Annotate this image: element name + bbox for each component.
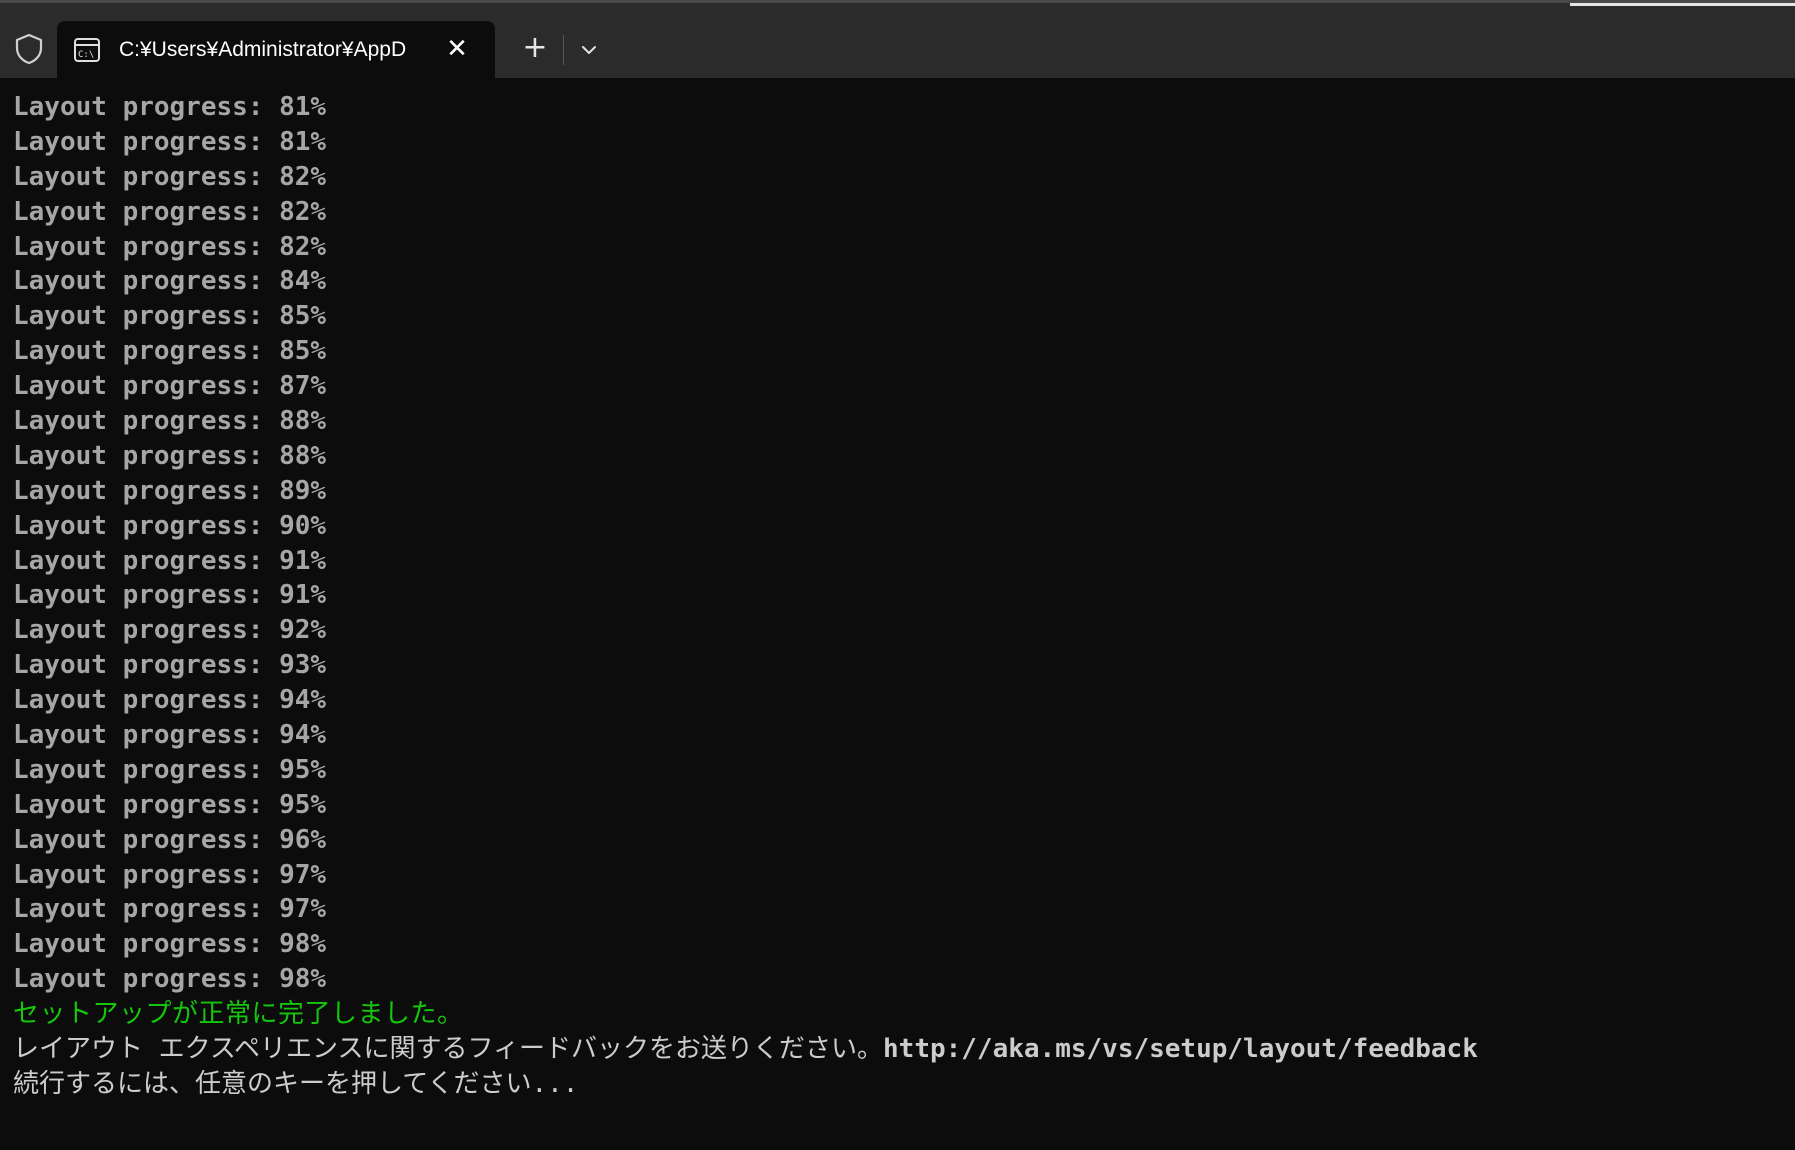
console-output[interactable]: Layout progress: 81% Layout progress: 81%… — [13, 90, 1783, 1102]
progress-line: Layout progress: 93% — [13, 650, 327, 681]
progress-line: Layout progress: 92% — [13, 615, 327, 646]
progress-line: Layout progress: 82% — [13, 196, 327, 227]
success-message: セットアップが正常に完了しました。 — [13, 999, 464, 1030]
progress-line: Layout progress: 81% — [13, 126, 327, 157]
tab-title: C:¥Users¥Administrator¥AppD — [119, 35, 479, 65]
toolbar-divider — [563, 35, 564, 65]
progress-line: Layout progress: 82% — [13, 231, 327, 262]
progress-line: Layout progress: 87% — [13, 371, 327, 402]
continue-prompt: 続行するには、任意のキーを押してください... — [13, 1068, 579, 1099]
progress-line: Layout progress: 85% — [13, 301, 327, 332]
title-bar: C:\ C:¥Users¥Administrator¥AppD ✕ + — [0, 0, 1795, 81]
progress-line: Layout progress: 81% — [13, 92, 327, 122]
progress-line: Layout progress: 84% — [13, 266, 327, 297]
progress-line: Layout progress: 95% — [13, 789, 327, 820]
tab-command-prompt[interactable]: C:\ C:¥Users¥Administrator¥AppD ✕ — [57, 21, 495, 81]
progress-line: Layout progress: 96% — [13, 824, 327, 855]
progress-line: Layout progress: 95% — [13, 754, 327, 785]
progress-line: Layout progress: 97% — [13, 894, 327, 925]
chevron-down-icon[interactable] — [574, 35, 604, 65]
progress-line: Layout progress: 91% — [13, 545, 327, 576]
tab-title-text: C:¥Users¥Administrator¥AppD — [119, 38, 407, 61]
shield-icon[interactable] — [14, 33, 44, 65]
progress-lines: Layout progress: 81% Layout progress: 81%… — [13, 90, 1783, 997]
terminal-window: C:\ C:¥Users¥Administrator¥AppD ✕ + Layo… — [0, 0, 1795, 1150]
feedback-url[interactable]: http://aka.ms/vs/setup/layout/feedback — [883, 1034, 1478, 1064]
progress-line: Layout progress: 98% — [13, 964, 327, 995]
progress-line: Layout progress: 91% — [13, 580, 327, 611]
title-bar-highlight — [1570, 3, 1795, 6]
console-icon: C:\ — [74, 38, 100, 62]
progress-line: Layout progress: 89% — [13, 475, 327, 506]
feedback-line: レイアウト エクスペリエンスに関するフィードバックをお送りください。http:/… — [13, 1032, 1783, 1067]
progress-line: Layout progress: 94% — [13, 720, 327, 751]
feedback-text: レイアウト エクスペリエンスに関するフィードバックをお送りください。 — [13, 1034, 884, 1065]
svg-text:C:\: C:\ — [78, 50, 94, 60]
progress-line: Layout progress: 85% — [13, 336, 327, 367]
progress-line: Layout progress: 97% — [13, 859, 327, 890]
progress-line: Layout progress: 90% — [13, 510, 327, 541]
progress-line: Layout progress: 88% — [13, 440, 327, 471]
new-tab-button[interactable]: + — [518, 31, 552, 65]
progress-line: Layout progress: 82% — [13, 161, 327, 192]
close-icon[interactable]: ✕ — [441, 33, 473, 65]
progress-line: Layout progress: 98% — [13, 929, 327, 960]
progress-line: Layout progress: 94% — [13, 685, 327, 716]
progress-line: Layout progress: 88% — [13, 406, 327, 437]
